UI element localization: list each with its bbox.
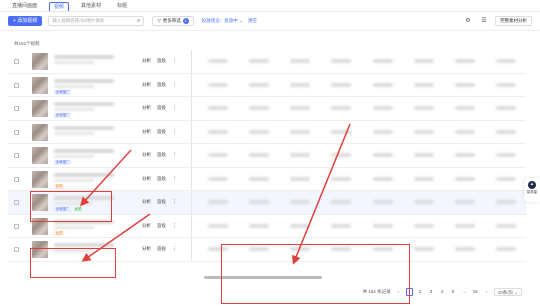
assistant-widget[interactable]: ✦ 智投星 xyxy=(524,178,540,202)
annotation-arrow-3 xyxy=(292,123,351,265)
assistant-icon: ✦ xyxy=(528,181,536,189)
annotation-arrow-2 xyxy=(81,213,151,262)
assistant-label: 智投星 xyxy=(526,190,538,194)
app-root: 直播间画面 视频 其他素材 标题 + 添加视频 输入视频名称/ID/图片搜索 ⌕ ▽ … xyxy=(0,0,540,306)
annotation-arrow-1 xyxy=(79,149,132,207)
annotation-arrows xyxy=(79,123,351,265)
